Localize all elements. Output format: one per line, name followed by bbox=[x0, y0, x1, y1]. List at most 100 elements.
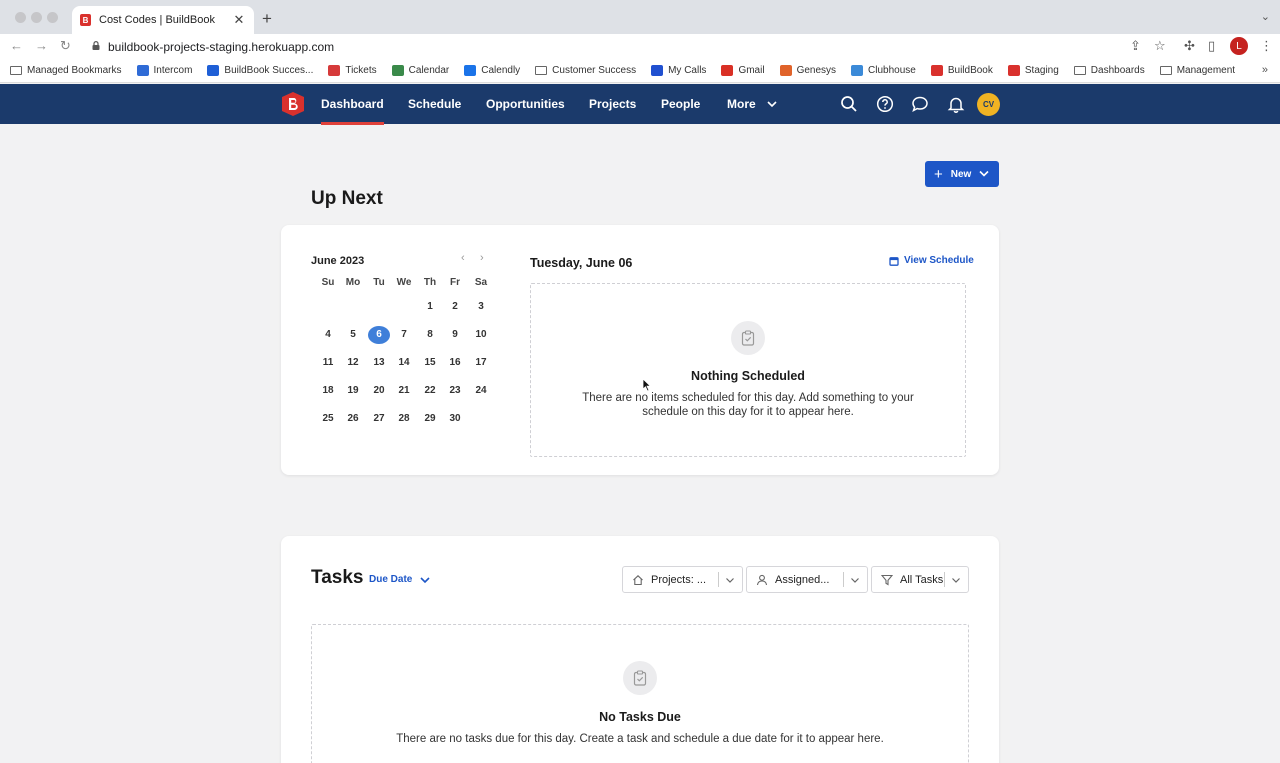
nav-schedule[interactable]: Schedule bbox=[408, 97, 461, 111]
new-tab-icon[interactable]: + bbox=[262, 9, 272, 29]
task-type-filter-label: All Tasks bbox=[900, 573, 944, 586]
window-close-control[interactable] bbox=[15, 12, 26, 23]
projects-filter[interactable]: Projects: ... bbox=[622, 566, 743, 593]
calendar-day[interactable]: 16 bbox=[444, 354, 466, 372]
view-schedule-link[interactable]: View Schedule bbox=[889, 255, 974, 266]
calendar-day[interactable]: 8 bbox=[419, 326, 441, 344]
help-icon[interactable] bbox=[876, 95, 894, 113]
calendar-day[interactable]: 11 bbox=[317, 354, 339, 372]
buildbook-logo-icon[interactable] bbox=[280, 91, 306, 117]
user-avatar[interactable]: CV bbox=[977, 93, 1000, 116]
share-icon[interactable]: ⇪ bbox=[1130, 38, 1141, 54]
profile-avatar[interactable]: L bbox=[1230, 37, 1248, 55]
calendar-day[interactable]: 15 bbox=[419, 354, 441, 372]
task-type-filter[interactable]: All Tasks bbox=[871, 566, 969, 593]
calendar-day[interactable]: 22 bbox=[419, 382, 441, 400]
star-icon[interactable]: ☆ bbox=[1154, 38, 1166, 54]
calendar-day[interactable]: 3 bbox=[470, 298, 492, 316]
buildbook-icon bbox=[930, 65, 943, 76]
calendar-day[interactable]: 9 bbox=[444, 326, 466, 344]
bookmark-item[interactable]: BuildBook Succes... bbox=[207, 65, 313, 76]
nav-more[interactable]: More bbox=[727, 97, 777, 111]
calendar-next-icon[interactable]: › bbox=[480, 252, 484, 264]
calendar-day[interactable]: 25 bbox=[317, 410, 339, 428]
nav-people[interactable]: People bbox=[661, 97, 700, 111]
close-icon[interactable]: ✕ bbox=[232, 12, 246, 28]
search-icon[interactable] bbox=[840, 95, 858, 113]
calendar-day[interactable]: 29 bbox=[419, 410, 441, 428]
calendar-day[interactable]: 19 bbox=[342, 382, 364, 400]
calendar-day[interactable]: 13 bbox=[368, 354, 390, 372]
bookmark-item[interactable]: Gmail bbox=[721, 65, 765, 76]
bookmark-label: Intercom bbox=[153, 65, 193, 76]
calendar-day-selected[interactable]: 6 bbox=[368, 326, 390, 344]
bell-icon[interactable] bbox=[947, 95, 965, 113]
folder-icon bbox=[535, 66, 548, 75]
calendar-day[interactable]: 10 bbox=[470, 326, 492, 344]
calendar-day[interactable]: 27 bbox=[368, 410, 390, 428]
bookmark-item[interactable]: Dashboards bbox=[1073, 65, 1145, 76]
chat-icon[interactable] bbox=[911, 95, 929, 113]
calendar-day[interactable]: 14 bbox=[393, 354, 415, 372]
calendar-prev-icon[interactable]: ‹ bbox=[461, 252, 465, 264]
calendar-day[interactable]: 30 bbox=[444, 410, 466, 428]
calendar-day[interactable]: 26 bbox=[342, 410, 364, 428]
new-button[interactable]: + New bbox=[925, 161, 999, 187]
calendar-day[interactable]: 1 bbox=[419, 298, 441, 316]
bookmark-item[interactable]: Calendar bbox=[391, 65, 449, 76]
bookmark-item[interactable]: Genesys bbox=[779, 65, 836, 76]
nav-dashboard[interactable]: Dashboard bbox=[321, 97, 384, 125]
nav-opportunities[interactable]: Opportunities bbox=[486, 97, 565, 111]
weekday-label: Mo bbox=[345, 277, 361, 288]
schedule-empty-text-line2: schedule on this day for it to appear he… bbox=[642, 406, 854, 418]
calendar-day[interactable]: 24 bbox=[470, 382, 492, 400]
sidebar-icon[interactable]: ▯ bbox=[1208, 38, 1215, 54]
calendar-day[interactable]: 4 bbox=[317, 326, 339, 344]
back-icon[interactable]: ← bbox=[10, 38, 23, 53]
chevron-down-icon bbox=[851, 577, 859, 583]
buildbook-icon bbox=[1007, 65, 1020, 76]
bookmark-label: BuildBook bbox=[947, 65, 993, 76]
window-minimize-control[interactable] bbox=[31, 12, 42, 23]
chevron-down-icon[interactable]: ⌄ bbox=[1261, 10, 1270, 23]
bookmark-label: BuildBook Succes... bbox=[224, 65, 314, 76]
bookmark-label: Calendly bbox=[481, 65, 521, 76]
forward-icon[interactable]: → bbox=[35, 38, 48, 53]
sort-dropdown[interactable]: Due Date bbox=[369, 574, 430, 585]
bookmark-label: My Calls bbox=[668, 65, 707, 76]
calendar-month-label: June 2023 bbox=[311, 255, 365, 267]
calendar-day[interactable]: 17 bbox=[470, 354, 492, 372]
bookmark-item[interactable]: Staging bbox=[1007, 65, 1059, 76]
chevron-down-icon bbox=[420, 576, 430, 583]
bookmark-item[interactable]: My Calls bbox=[651, 65, 706, 76]
bookmark-item[interactable]: Calendly bbox=[464, 65, 520, 76]
bookmark-item[interactable]: Management bbox=[1159, 65, 1236, 76]
calendar-day[interactable]: 20 bbox=[368, 382, 390, 400]
calendar-day[interactable]: 21 bbox=[393, 382, 415, 400]
bookmark-item[interactable]: Managed Bookmarks bbox=[10, 65, 122, 76]
calendar-day[interactable]: 18 bbox=[317, 382, 339, 400]
kebab-menu-icon[interactable]: ⋮ bbox=[1260, 38, 1273, 54]
assigned-filter[interactable]: Assigned... bbox=[746, 566, 868, 593]
browser-tab[interactable]: B Cost Codes | BuildBook ✕ bbox=[72, 6, 254, 34]
extensions-icon[interactable]: ✣ bbox=[1184, 38, 1195, 54]
calendar-day[interactable]: 7 bbox=[393, 326, 415, 344]
chevron-down-icon bbox=[979, 170, 989, 177]
url-input[interactable]: buildbook-projects-staging.herokuapp.com bbox=[108, 40, 334, 54]
bookmarks-overflow-icon[interactable]: » bbox=[1262, 64, 1268, 76]
calendar-day[interactable]: 23 bbox=[444, 382, 466, 400]
bookmark-label: Management bbox=[1176, 65, 1236, 76]
calendar-day[interactable]: 2 bbox=[444, 298, 466, 316]
bookmark-item[interactable]: Intercom bbox=[136, 65, 193, 76]
calendar-day[interactable]: 5 bbox=[342, 326, 364, 344]
window-maximize-control[interactable] bbox=[47, 12, 58, 23]
bookmark-item[interactable]: Tickets bbox=[328, 65, 377, 76]
calendar-day[interactable]: 28 bbox=[393, 410, 415, 428]
nav-projects[interactable]: Projects bbox=[589, 97, 636, 111]
bookmark-item[interactable]: BuildBook bbox=[930, 65, 993, 76]
reload-icon[interactable]: ↻ bbox=[60, 38, 71, 54]
calendar-day[interactable]: 12 bbox=[342, 354, 364, 372]
bookmark-item[interactable]: Customer Success bbox=[535, 65, 636, 76]
bookmark-item[interactable]: Clubhouse bbox=[851, 65, 916, 76]
genesys-icon bbox=[779, 65, 792, 76]
